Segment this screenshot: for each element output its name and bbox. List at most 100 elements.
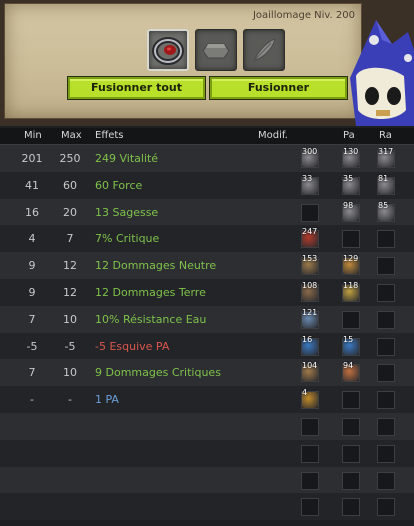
rune-count: 317: [378, 147, 394, 156]
rune-slot-mod[interactable]: 153: [301, 254, 319, 276]
rune-slot-mod[interactable]: 108: [301, 280, 319, 302]
rune-count: 98: [343, 200, 354, 210]
rune-slot-ra[interactable]: [377, 444, 395, 463]
feather-icon: [252, 38, 276, 63]
rune-count: 4: [302, 388, 308, 398]
rune-slot-ra[interactable]: [377, 310, 395, 329]
max-value: 60: [63, 178, 77, 192]
rune-slot-pa[interactable]: [342, 230, 360, 249]
rune-slot-mod[interactable]: 4: [301, 388, 319, 410]
rune-count: 108: [302, 280, 318, 290]
table-row: [0, 493, 414, 521]
min-value: 7: [28, 312, 36, 326]
rune-slot-mod[interactable]: [301, 444, 319, 463]
min-value: 9: [28, 285, 36, 299]
col-pa: Pa: [343, 130, 355, 141]
effect-label: 1 PA: [95, 393, 119, 407]
rune-slot-ra[interactable]: 81: [377, 173, 395, 195]
max-value: -5: [64, 339, 76, 353]
rune-slot-pa[interactable]: 118: [342, 281, 360, 302]
rune-slot-pa[interactable]: 35: [342, 174, 360, 195]
rune-slot-ra[interactable]: [377, 417, 395, 436]
table-row: - - 1 PA 4: [0, 386, 414, 413]
job-level-label: Joaillomage Niv. 200: [252, 10, 355, 21]
rune-slot-pa[interactable]: 15: [342, 334, 360, 356]
rune-count: 16: [302, 334, 313, 344]
rune-slot-pa[interactable]: [342, 444, 360, 463]
rune-slot-mod[interactable]: 16: [301, 334, 319, 356]
forge-panel: Joaillomage Niv. 200 Fusionner tout Fusi…: [0, 0, 414, 126]
rune-slot-ra[interactable]: [377, 391, 395, 410]
table-row: -5 -5 -5 Esquive PA 16 15: [0, 332, 414, 360]
rune-count: 15: [343, 334, 354, 344]
item-slot[interactable]: [147, 29, 189, 71]
signature-slot[interactable]: [243, 29, 285, 71]
rune-slot-ra[interactable]: [377, 283, 395, 302]
rune-slot-ra[interactable]: [377, 230, 395, 249]
table-row: 9 12 12 Dommages Terre 108 118: [0, 278, 414, 306]
rune-count: 104: [302, 361, 318, 371]
effect-label: 12 Dommages Terre: [95, 285, 206, 299]
rune-slot-mod[interactable]: [301, 203, 319, 222]
rune-slot-mod[interactable]: 33: [301, 173, 319, 195]
table-row: [0, 412, 414, 440]
merge-button[interactable]: Fusionner: [209, 76, 348, 100]
rune-slot-mod[interactable]: [301, 417, 319, 436]
min-value: -: [30, 393, 34, 407]
col-effects: Effets: [95, 130, 124, 141]
merge-all-button[interactable]: Fusionner tout: [67, 76, 206, 100]
rune-slot-ra[interactable]: 317: [377, 147, 395, 168]
rune-count: 121: [302, 307, 318, 317]
rune-slot-pa[interactable]: [342, 417, 360, 436]
rune-slot[interactable]: [195, 29, 237, 71]
rune-slot-mod[interactable]: [301, 498, 319, 517]
rune-slot-mod[interactable]: [301, 471, 319, 490]
effect-label: 60 Force: [95, 178, 143, 192]
min-value: 7: [28, 366, 36, 380]
rune-slot-mod[interactable]: 121: [301, 307, 319, 329]
rune-slot-pa[interactable]: 98: [342, 200, 360, 222]
col-max: Max: [61, 130, 82, 141]
rune-count: 153: [302, 254, 318, 264]
rune-slot-pa[interactable]: [342, 391, 360, 410]
rune-slot-pa[interactable]: [342, 310, 360, 329]
rune-slot-mod[interactable]: 104: [301, 361, 319, 383]
max-value: 10: [63, 312, 77, 326]
rune-slot-ra[interactable]: [377, 337, 395, 356]
max-value: 10: [63, 366, 77, 380]
rune-slot-pa[interactable]: 94: [342, 361, 360, 383]
rune-count: 129: [343, 254, 359, 264]
max-value: 12: [63, 285, 77, 299]
rune-count: 300: [302, 147, 318, 156]
rune-count: 81: [378, 173, 389, 183]
col-ra: Ra: [379, 130, 392, 141]
rune-slot-ra[interactable]: [377, 257, 395, 276]
rune-count: 33: [302, 173, 313, 183]
ring-icon: [152, 37, 184, 65]
rune-slot-pa[interactable]: 130: [342, 147, 360, 168]
parchment-area: Joaillomage Niv. 200: [4, 3, 362, 119]
max-value: -: [68, 393, 72, 407]
rune-slot-pa[interactable]: [342, 471, 360, 490]
effect-label: 9 Dommages Critiques: [95, 366, 221, 380]
rune-slot-pa[interactable]: 129: [342, 254, 360, 276]
rune-count: 247: [302, 227, 318, 237]
rune-slot-ra[interactable]: 85: [377, 200, 395, 222]
max-value: 7: [66, 232, 74, 246]
rune-count: 85: [378, 200, 389, 210]
effect-label: -5 Esquive PA: [95, 339, 170, 353]
effect-label: 12 Dommages Neutre: [95, 259, 217, 273]
rune-slot-ra[interactable]: [377, 498, 395, 517]
rune-slot-ra[interactable]: [377, 364, 395, 383]
rune-slot-pa[interactable]: [342, 498, 360, 517]
effect-label: 7% Critique: [95, 232, 160, 246]
min-value: 201: [21, 152, 43, 165]
rune-count: 130: [343, 147, 359, 156]
col-modif: Modif.: [258, 130, 288, 141]
effects-table-header: Min Max Effets Modif. Pa Ra: [0, 128, 414, 145]
rune-slot-mod[interactable]: 300: [301, 147, 319, 168]
rune-slot-mod[interactable]: 247: [301, 227, 319, 249]
table-row: [0, 466, 414, 494]
rune-slot-ra[interactable]: [377, 471, 395, 490]
max-value: 12: [63, 259, 77, 273]
